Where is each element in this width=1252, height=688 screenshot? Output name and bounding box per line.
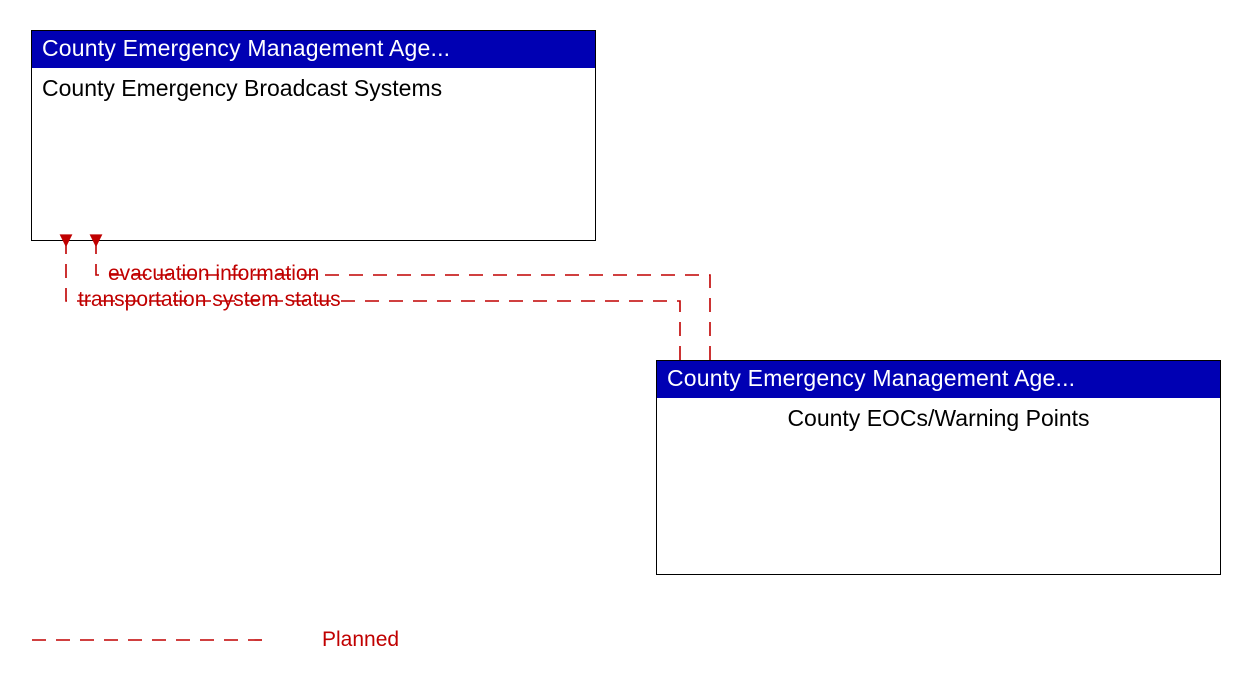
node-county-eocs-warning-points: County Emergency Management Age... Count… <box>656 360 1221 575</box>
flow-label-evacuation-information: evacuation information <box>108 262 319 286</box>
node-header-right: County Emergency Management Age... <box>657 361 1220 398</box>
node-body-left: County Emergency Broadcast Systems <box>32 68 595 109</box>
flow-label-transportation-system-status: transportation system status <box>78 288 341 312</box>
node-header-left: County Emergency Management Age... <box>32 31 595 68</box>
diagram-canvas: County Emergency Management Age... Count… <box>0 0 1252 688</box>
flow-line-transportation-system-status <box>66 244 680 360</box>
legend-label-planned: Planned <box>322 628 399 652</box>
node-body-right: County EOCs/Warning Points <box>657 398 1220 439</box>
node-county-emergency-broadcast-systems: County Emergency Management Age... Count… <box>31 30 596 241</box>
flow-line-evacuation-information <box>96 244 710 360</box>
